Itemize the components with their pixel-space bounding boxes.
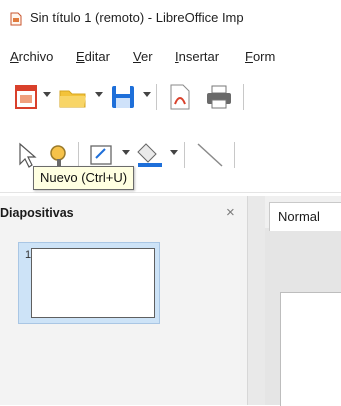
menu-insertar[interactable]: Insertar — [175, 49, 219, 64]
view-tabbar: Normal — [265, 196, 341, 231]
menu-formato[interactable]: Form — [245, 49, 275, 64]
menu-ver[interactable]: Ver — [133, 49, 153, 64]
title-bar: Sin título 1 (remoto) - LibreOffice Imp — [0, 0, 341, 34]
select-pointer-icon[interactable] — [16, 142, 38, 168]
edit-area: Normal — [265, 196, 341, 406]
slide-thumbnail-item[interactable]: 1 — [18, 242, 160, 324]
fill-icon[interactable] — [134, 142, 164, 168]
zoom-icon[interactable] — [46, 142, 70, 168]
slides-panel: Diapositivas × 1 — [0, 196, 247, 405]
toolbar-separator — [184, 142, 185, 168]
panel-title: Diapositivas — [0, 206, 74, 220]
new-dropdown-arrow[interactable] — [43, 92, 51, 97]
toolbar-separator — [243, 84, 244, 110]
toolbar-separator — [78, 142, 79, 168]
menu-bar: Archivo Editar Ver Insertar Form — [0, 44, 341, 66]
tab-normal-label: Normal — [278, 209, 320, 224]
panel-splitter[interactable] — [247, 196, 266, 405]
export-pdf-icon[interactable] — [168, 84, 192, 110]
slide-canvas[interactable] — [280, 292, 341, 406]
impress-app-icon — [10, 12, 22, 26]
toolbar-divider — [0, 192, 341, 193]
fill-dropdown-arrow[interactable] — [170, 150, 178, 155]
close-icon[interactable]: × — [226, 204, 235, 221]
standard-toolbar — [0, 78, 341, 116]
open-folder-icon[interactable] — [58, 84, 88, 110]
open-dropdown-arrow[interactable] — [95, 92, 103, 97]
slide-thumbnail[interactable] — [31, 248, 155, 318]
toolbar-separator — [156, 84, 157, 110]
menu-archivo[interactable]: Archivo — [10, 49, 53, 64]
text-box-icon[interactable] — [88, 142, 114, 168]
text-dropdown-arrow[interactable] — [122, 150, 130, 155]
tooltip: Nuevo (Ctrl+U) — [33, 166, 135, 190]
window-title: Sin título 1 (remoto) - LibreOffice Imp — [30, 10, 244, 25]
new-document-icon[interactable] — [14, 84, 38, 110]
menu-editar[interactable]: Editar — [76, 49, 110, 64]
save-icon[interactable] — [110, 84, 136, 110]
toolbar-separator — [234, 142, 235, 168]
print-icon[interactable] — [205, 84, 233, 110]
save-dropdown-arrow[interactable] — [143, 92, 151, 97]
line-icon[interactable] — [196, 142, 224, 168]
tab-normal[interactable]: Normal — [269, 202, 341, 231]
